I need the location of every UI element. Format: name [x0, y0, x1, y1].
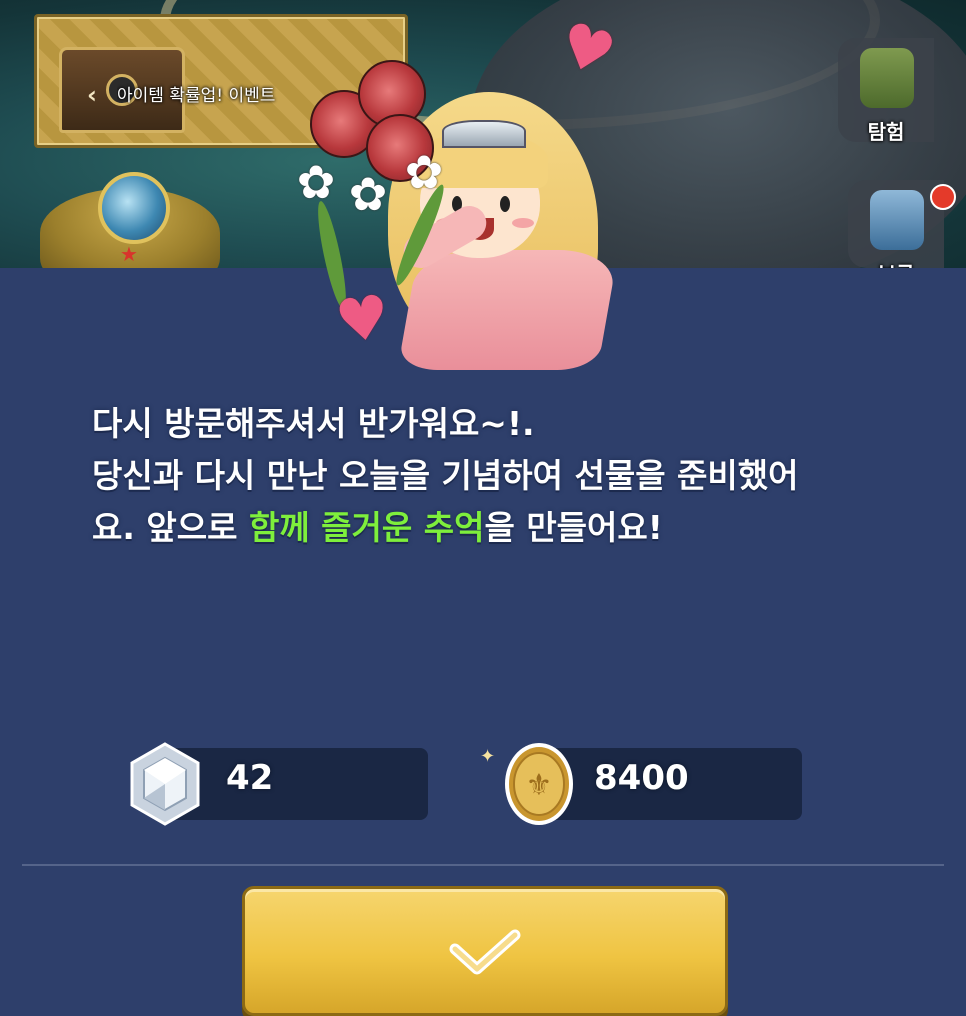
gold-coin-icon: ⚜ — [505, 743, 573, 825]
message-line: 다시 방문해주셔서 반가워요~!. — [92, 404, 535, 443]
welcome-message: 다시 방문해주셔서 반가워요~!. 당신과 다시 만난 오늘을 기념하여 선물을… — [92, 398, 892, 554]
compass-gem-icon — [98, 172, 170, 244]
heart-icon: ♥ — [331, 281, 395, 359]
message-line: 당신과 다시 만난 오늘을 기념하여 선물을 준비했어 — [92, 456, 799, 495]
star-icon: ★ — [120, 242, 138, 266]
supply-button-label: 보급 — [848, 258, 944, 268]
message-text: 요. 앞으로 — [92, 508, 249, 547]
sparkle-icon: ✦ — [480, 746, 496, 767]
backpack-icon — [860, 48, 914, 108]
diamond-icon — [130, 742, 200, 826]
explore-button[interactable]: 탐험 — [838, 38, 934, 144]
checkmark-icon — [449, 929, 521, 975]
message-line: 요. 앞으로 함께 즐거운 추억을 만들어요! — [92, 502, 892, 554]
character-eye — [500, 196, 510, 212]
rank-badge[interactable]: ★ — [40, 158, 220, 268]
house-icon — [870, 190, 924, 250]
diamond-reward-value: 42 — [226, 758, 274, 798]
gold-reward-value: 8400 — [594, 758, 689, 798]
flower-bouquet-icon: ✿ ✿ ✿ — [280, 50, 480, 311]
chevron-left-icon: ‹ — [87, 81, 97, 109]
message-highlight: 함께 즐거운 추억 — [248, 508, 485, 547]
svg-text:⚜: ⚜ — [526, 768, 553, 803]
divider — [22, 864, 944, 866]
confirm-button[interactable] — [242, 886, 728, 1016]
notification-dot — [930, 184, 956, 210]
explore-button-label: 탐험 — [867, 120, 905, 144]
lily-icon: ✿ — [348, 167, 388, 221]
lily-icon: ✿ — [404, 145, 444, 199]
lily-icon: ✿ — [296, 155, 336, 209]
message-text: 을 만들어요! — [484, 508, 663, 547]
character-blush — [512, 218, 534, 228]
